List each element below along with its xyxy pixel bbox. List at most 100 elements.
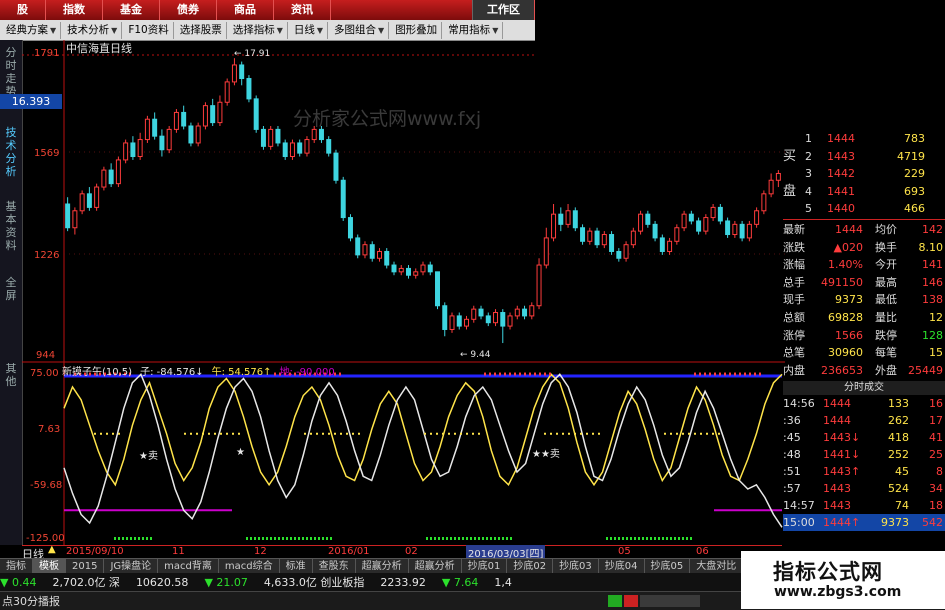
chart-toolbar: 经典方案 ▼ 技术分析 ▼ F10资料 选择股票 选择指标 ▼ 日线 ▼ 多图组合 ▼ 图… xyxy=(0,20,535,41)
sidebar-tab-fundamentals[interactable]: 基本资料 xyxy=(4,200,18,252)
signal-dot xyxy=(460,432,462,435)
stat-value: 30960 xyxy=(828,346,863,360)
signal-dot xyxy=(202,432,204,435)
stat-key: 外盘 xyxy=(875,363,897,377)
bid-row[interactable]: 盘 4 1441 693 xyxy=(783,183,945,201)
candle-body xyxy=(210,105,216,124)
trade-row[interactable]: :57 1443 524 34 xyxy=(783,480,945,497)
indicator-tab[interactable]: 抄底01 xyxy=(462,559,508,574)
top-marker xyxy=(759,372,761,376)
bottom-marker xyxy=(302,537,304,540)
candle-body xyxy=(572,210,578,229)
indicator-tab[interactable]: 指标 xyxy=(0,559,33,574)
signal-dot xyxy=(688,432,690,435)
trade-row[interactable]: 15:00 1444↑ 9373 542 xyxy=(783,514,945,532)
signal-dot xyxy=(232,432,234,435)
candle-body xyxy=(645,213,651,225)
sidebar-tab-tech[interactable]: 技术分析 xyxy=(4,126,18,178)
nav-tab-fund[interactable]: 基金 xyxy=(103,0,160,20)
bottom-marker xyxy=(510,537,512,540)
select-indicator-menu[interactable]: 选择指标 ▼ xyxy=(229,21,288,39)
nav-tab-commodity[interactable]: 商品 xyxy=(217,0,274,20)
stat-row: 涨幅 1.40% 今开 141 xyxy=(783,256,945,274)
top-marker xyxy=(544,372,546,376)
bottom-marker xyxy=(270,537,272,540)
trade-count: 17 xyxy=(929,414,943,428)
classic-scheme-menu[interactable]: 经典方案 ▼ xyxy=(2,21,62,39)
stat-key: 现手 xyxy=(783,293,805,307)
common-indicator-menu[interactable]: 常用指标 ▼ xyxy=(444,21,504,39)
overlay-button[interactable]: 图形叠加 xyxy=(391,21,443,39)
indicator-tab[interactable]: macd背离 xyxy=(158,559,219,574)
ticker-item: ▼ 7.64 xyxy=(441,575,479,589)
sidebar-tab-intraday[interactable]: 分时走势 xyxy=(4,46,18,98)
signal-dot xyxy=(718,432,720,435)
candle-body xyxy=(79,193,85,212)
bid-row[interactable]: 买 2 1443 4719 xyxy=(783,148,945,166)
period-menu[interactable]: 日线 ▼ xyxy=(290,21,329,39)
book-volume: 783 xyxy=(904,132,925,145)
indicator-tab[interactable]: 抄底05 xyxy=(645,559,691,574)
sell-signal: ★卖 xyxy=(139,451,158,462)
indicator-tab[interactable]: 大盘对比 xyxy=(690,559,744,574)
ticker-item: ▼ 21.07 xyxy=(204,575,248,589)
sidebar-tab-fullscreen[interactable]: 全屏 xyxy=(4,276,18,302)
indicator-name: 新摸子午(10,5) xyxy=(62,367,133,378)
indicator-tab[interactable]: 超赢分析 xyxy=(409,559,462,574)
nav-tab-stock[interactable]: 股 xyxy=(0,0,46,20)
bottom-marker xyxy=(646,537,648,540)
tech-analysis-menu[interactable]: 技术分析 ▼ xyxy=(63,21,123,39)
stat-key: 量比 xyxy=(875,310,897,324)
bottom-marker xyxy=(690,537,692,540)
trade-row[interactable]: :45 1443↓ 418 41 xyxy=(783,429,945,446)
nav-tab-news[interactable]: 资讯 xyxy=(274,0,331,20)
candle-body xyxy=(609,234,615,252)
candle-body xyxy=(101,169,107,188)
bottom-marker xyxy=(258,537,260,540)
nav-tab-bond[interactable]: 债券 xyxy=(160,0,217,20)
bid-row[interactable]: 5 1440 466 xyxy=(783,200,945,218)
price-y-label-bottom: 944 xyxy=(36,350,56,361)
f10-button[interactable]: F10资料 xyxy=(124,21,174,39)
signal-dot xyxy=(304,432,306,435)
stat-value: 1566 xyxy=(835,328,863,342)
trade-row[interactable]: 14:57 1443 74 18 xyxy=(783,497,945,514)
select-stock-button[interactable]: 选择股票 xyxy=(176,21,227,39)
indicator-tab[interactable]: 抄底04 xyxy=(599,559,645,574)
indicator-tab[interactable]: macd综合 xyxy=(219,559,280,574)
bottom-marker xyxy=(614,537,616,540)
indicator-tab[interactable]: 标准 xyxy=(280,559,313,574)
indicator-tab[interactable]: JG操盘论 xyxy=(104,559,159,574)
trade-row[interactable]: :48 1441↓ 252 25 xyxy=(783,446,945,463)
indicator-tab[interactable]: 抄底03 xyxy=(553,559,599,574)
ind-y-label-bottom: -125.00 xyxy=(26,533,65,544)
bottom-marker xyxy=(254,537,256,540)
trade-row[interactable]: :36 1444 262 17 xyxy=(783,412,945,429)
bid-row[interactable]: 3 1442 229 xyxy=(783,165,945,183)
indicator-tab[interactable]: 抄底02 xyxy=(507,559,554,574)
date-axis: 日线 ▲ 2015/09/10 11 12 2016/01 02 2016/03… xyxy=(22,544,782,561)
multi-chart-menu[interactable]: 多图组合 ▼ xyxy=(330,21,390,39)
tick-trades[interactable]: 14:56 1444 133 16:36 1444 262 17:45 1443↓ 418 41:… xyxy=(783,395,945,532)
trade-row[interactable]: :51 1443↑ 45 8 xyxy=(783,463,945,480)
bottom-marker xyxy=(118,537,120,540)
bid-row[interactable]: 1 1444 783 xyxy=(783,130,945,148)
stat-row: 总笔 30960 每笔 15 xyxy=(783,344,945,362)
trade-volume: 45 xyxy=(895,465,909,479)
trade-price: 1444 xyxy=(823,414,851,428)
candle-body xyxy=(565,210,571,225)
indicator-tab[interactable]: 查股东 xyxy=(313,559,356,574)
candle-body xyxy=(137,139,143,158)
sidebar-tab-other[interactable]: 其他 xyxy=(4,362,18,388)
workspace-button[interactable]: 工作区 xyxy=(472,0,535,20)
signal-dot xyxy=(100,432,102,435)
trade-row[interactable]: 14:56 1444 133 16 xyxy=(783,395,945,412)
indicator-tab[interactable]: 超赢分析 xyxy=(356,559,409,574)
indicator-tab[interactable]: 2015 xyxy=(66,559,105,574)
trade-count: 18 xyxy=(929,499,943,513)
indicator-tab[interactable]: 模板 xyxy=(33,559,66,574)
signal-dot xyxy=(190,432,192,435)
bottom-marker xyxy=(638,537,640,540)
nav-tab-index[interactable]: 指数 xyxy=(46,0,103,20)
top-marker xyxy=(724,372,726,376)
